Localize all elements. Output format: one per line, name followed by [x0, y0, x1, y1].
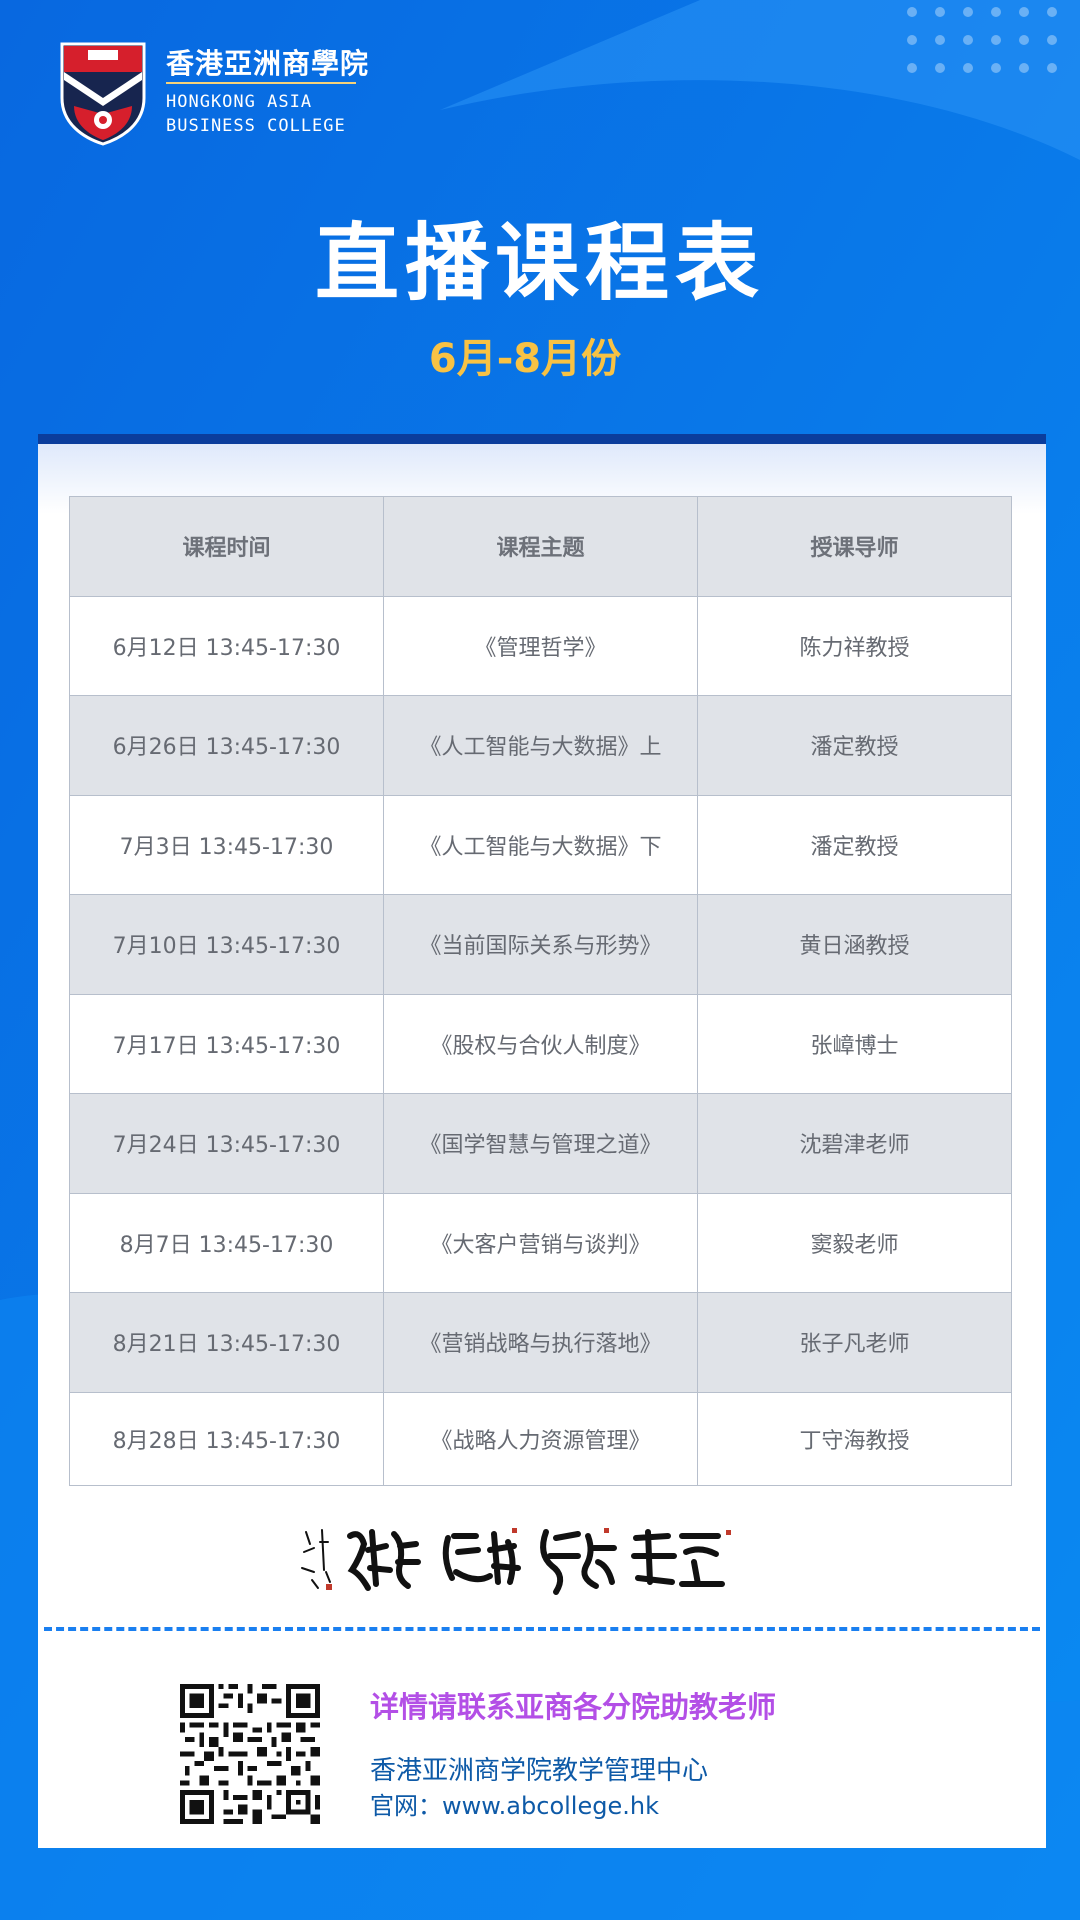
course-time: 8月28日 13:45-17:30	[69, 1391, 384, 1486]
table-row: 8月7日 13:45-17:30 《大客户营销与谈判》 窦毅老师	[69, 1192, 1012, 1293]
course-topic: 《股权与合伙人制度》	[383, 993, 698, 1094]
table-row: 7月24日 13:45-17:30 《国学智慧与管理之道》 沈碧津老师	[69, 1093, 1012, 1194]
page-subtitle: 6月-8月份	[428, 336, 622, 382]
course-topic: 《管理哲学》	[383, 595, 698, 696]
dashed-divider	[44, 1627, 1040, 1631]
course-topic: 《人工智能与大数据》下	[383, 794, 698, 895]
course-topic: 《战略人力资源管理》	[383, 1391, 698, 1486]
course-topic: 《当前国际关系与形势》	[383, 894, 698, 995]
contact-organization: 香港亚洲商学院教学管理中心	[370, 1756, 709, 1786]
column-header-teacher: 授课导师	[697, 496, 1012, 597]
course-teacher: 窦毅老师	[697, 1192, 1012, 1293]
course-time: 6月12日 13:45-17:30	[69, 595, 384, 696]
contact-heading: 详情请联系亚商各分院助教老师	[370, 1690, 777, 1724]
table-row: 6月12日 13:45-17:30 《管理哲学》 陈力祥教授	[69, 595, 1012, 696]
table-header-row: 课程时间 课程主题 授课导师	[69, 496, 1012, 597]
course-time: 7月17日 13:45-17:30	[69, 993, 384, 1094]
card-top-bar	[38, 434, 1046, 444]
school-name-en-line2: BUSINESS COLLEGE	[166, 116, 346, 136]
website-link[interactable]: 官网：www.abcollege.hk	[370, 1786, 659, 1821]
course-teacher: 潘定教授	[697, 794, 1012, 895]
course-teacher: 沈碧津老师	[697, 1093, 1012, 1194]
school-name-cn: 香港亞洲商學院	[166, 47, 370, 80]
table-row: 7月10日 13:45-17:30 《当前国际关系与形势》 黄日涵教授	[69, 894, 1012, 995]
course-teacher: 陈力祥教授	[697, 595, 1012, 696]
course-teacher: 黄日涵教授	[697, 894, 1012, 995]
qr-code-icon[interactable]	[180, 1684, 320, 1824]
course-teacher: 潘定教授	[697, 695, 1012, 796]
table-row: 7月3日 13:45-17:30 《人工智能与大数据》下 潘定教授	[69, 794, 1012, 895]
course-time: 8月21日 13:45-17:30	[69, 1292, 384, 1393]
column-header-time: 课程时间	[69, 496, 384, 597]
course-time: 7月10日 13:45-17:30	[69, 894, 384, 995]
dot-pattern	[900, 0, 1060, 110]
school-crest-icon	[60, 42, 146, 146]
school-name-en: HONGKONG ASIA BUSINESS COLLEGE	[166, 90, 346, 138]
school-name-divider	[166, 82, 356, 84]
course-time: 6月26日 13:45-17:30	[69, 695, 384, 796]
course-teacher: 张子凡老师	[697, 1292, 1012, 1393]
school-name-en-line1: HONGKONG ASIA	[166, 92, 313, 112]
course-teacher: 张嶂博士	[697, 993, 1012, 1094]
table-row: 6月26日 13:45-17:30 《人工智能与大数据》上 潘定教授	[69, 695, 1012, 796]
course-topic: 《大客户营销与谈判》	[383, 1192, 698, 1293]
table-row: 8月28日 13:45-17:30 《战略人力资源管理》 丁守海教授	[69, 1391, 1012, 1486]
course-topic: 《人工智能与大数据》上	[383, 695, 698, 796]
page-title: 直播课程表	[314, 214, 765, 312]
course-time: 7月24日 13:45-17:30	[69, 1093, 384, 1194]
table-row: 7月17日 13:45-17:30 《股权与合伙人制度》 张嶂博士	[69, 993, 1012, 1094]
schedule-table: 课程时间 课程主题 授课导师 6月12日 13:45-17:30 《管理哲学》 …	[69, 496, 1012, 1486]
column-header-topic: 课程主题	[383, 496, 698, 597]
course-time: 7月3日 13:45-17:30	[69, 794, 384, 895]
course-topic: 《营销战略与执行落地》	[383, 1292, 698, 1393]
calligraphy-motto	[301, 1528, 731, 1595]
table-row: 8月21日 13:45-17:30 《营销战略与执行落地》 张子凡老师	[69, 1292, 1012, 1393]
course-topic: 《国学智慧与管理之道》	[383, 1093, 698, 1194]
course-time: 8月7日 13:45-17:30	[69, 1192, 384, 1293]
course-teacher: 丁守海教授	[697, 1391, 1012, 1486]
